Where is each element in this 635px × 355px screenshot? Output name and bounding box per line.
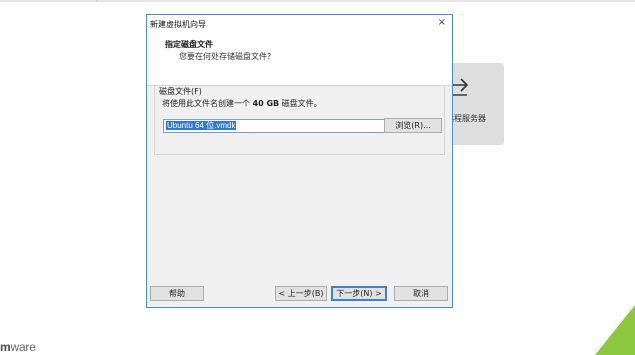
disk-file-group: 磁盘文件(F) 将使用此文件名创建一个 40 GB 磁盘文件。 Ubuntu 6…	[154, 85, 445, 155]
file-name-selection: Ubuntu 64 位.vmdk	[166, 121, 237, 130]
page-subtitle: 您要在何处存储磁盘文件?	[179, 52, 272, 61]
page-title: 指定磁盘文件	[165, 40, 213, 49]
browse-button[interactable]: 浏览(R)...	[384, 118, 442, 133]
next-button[interactable]: 下一步(N) >	[331, 286, 387, 301]
corner-accent	[595, 305, 635, 355]
vmware-logo: mware	[0, 340, 36, 354]
arrow-right-icon	[453, 78, 469, 96]
wizard-header: 指定磁盘文件 您要在何处存储磁盘文件?	[147, 33, 452, 86]
top-divider	[96, 0, 97, 2]
new-vm-wizard-dialog: 新建虚拟机向导 × 指定磁盘文件 您要在何处存储磁盘文件? 磁盘文件(F) 将使…	[146, 14, 453, 308]
disk-file-input[interactable]: Ubuntu 64 位.vmdk	[163, 119, 389, 133]
title-bar: 新建虚拟机向导 ×	[147, 15, 452, 33]
back-button[interactable]: < 上一步(B)	[275, 286, 327, 301]
help-button[interactable]: 帮助	[150, 286, 204, 301]
close-icon[interactable]: ×	[438, 17, 446, 28]
disk-description: 将使用此文件名创建一个 40 GB 磁盘文件。	[162, 99, 322, 108]
cancel-button[interactable]: 取消	[394, 286, 448, 301]
group-label: 磁盘文件(F)	[158, 86, 203, 97]
dialog-title: 新建虚拟机向导	[150, 20, 206, 29]
top-border	[0, 0, 635, 2]
